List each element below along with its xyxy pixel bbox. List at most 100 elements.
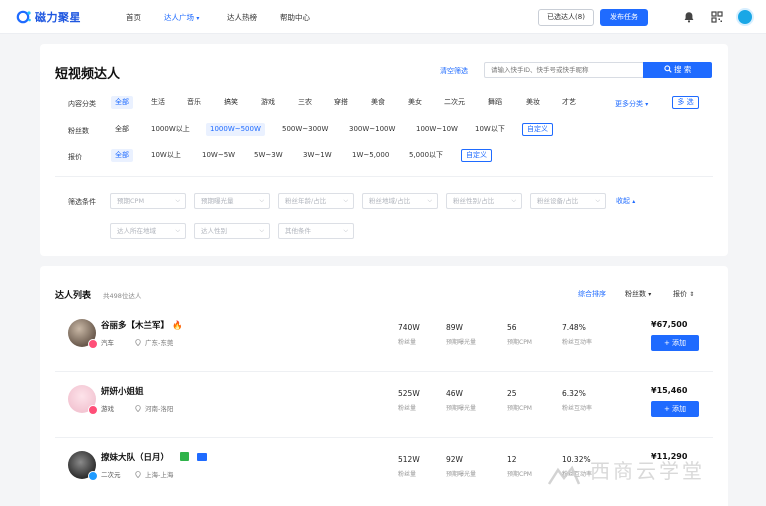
price-option[interactable]: 10W~5W [198,149,239,162]
category-option[interactable]: 才艺 [558,96,580,109]
category-option[interactable]: 音乐 [183,96,205,109]
nav-help-center[interactable]: 帮助中心 [280,12,310,23]
location-label: 广东-东莞 [145,339,174,347]
category-option[interactable]: 美女 [404,96,426,109]
search-button[interactable]: 搜 索 [643,62,712,78]
select-cpm[interactable]: 预期CPM ⌵ [110,193,186,209]
search-input[interactable] [484,62,644,78]
rate-label: 粉丝互动率 [562,339,593,346]
sort-fans[interactable]: 粉丝数 ▾ [625,289,651,299]
category-option[interactable]: 穿搭 [330,96,352,109]
talent-name-label: 撩妹大队（日月） [101,453,170,463]
category-option[interactable]: 美食 [367,96,389,109]
add-talent-button[interactable]: + 添加 [651,335,699,351]
chevron-down-icon: ⌵ [343,197,348,204]
logo[interactable]: 磁力聚星 [16,9,81,25]
fans-option[interactable]: 300W~100W [345,123,399,136]
clear-filter-link[interactable]: 清空筛选 [440,66,468,76]
fans-value: 525W [398,389,420,398]
category-tag: 汽车 [101,339,114,347]
more-categories-dropdown[interactable]: 更多分类 ▾ [615,99,648,109]
price-option[interactable]: 5,000以下 [405,149,447,162]
location: 河南-洛阳 [135,403,173,413]
location-pin-icon [135,339,141,347]
select-fans-device[interactable]: 粉丝设备/占比 ⌵ [530,193,606,209]
price-custom-button[interactable]: 自定义 [461,149,492,162]
chevron-down-icon: ▾ [196,15,200,22]
nav-hot-list[interactable]: 达人热榜 [227,12,257,23]
talent-name[interactable]: 妍妍小姐姐 [101,385,144,397]
nav-talent-square[interactable]: 达人广场 ▾ [164,12,199,23]
bell-icon[interactable] [683,11,695,23]
category-option[interactable]: 二次元 [440,96,469,109]
select-placeholder: 粉丝设备/占比 [537,197,579,205]
fans-custom-button[interactable]: 自定义 [522,123,553,136]
select-fans-age[interactable]: 粉丝年龄/占比 ⌵ [278,193,354,209]
select-exposure[interactable]: 预期曝光量 ⌵ [194,193,270,209]
price-option[interactable]: 5W~3W [250,149,287,162]
select-placeholder: 达人性别 [201,227,227,235]
select-talent-region[interactable]: 达人所在地域 ⌵ [110,223,186,239]
select-placeholder: 预期CPM [117,197,145,205]
talent-row[interactable]: 谷丽多【木兰军】 🔥 汽车 广东-东莞 740W 粉丝量 89W 预期曝光量 5… [55,310,713,372]
category-option[interactable]: 生活 [147,96,169,109]
user-avatar[interactable] [736,8,754,26]
talent-name[interactable]: 撩妹大队（日月） [101,451,207,463]
fans-option[interactable]: 1000W~500W [206,123,265,136]
selected-talents-button[interactable]: 已选达人(8) [538,9,594,26]
fans-option[interactable]: 10W以下 [471,123,509,136]
nav-talent-square-label: 达人广场 [164,13,194,22]
location-label: 上海-上海 [145,471,174,479]
fans-option[interactable]: 500W~300W [278,123,332,136]
rate-label: 粉丝互动率 [562,405,593,412]
exposure-value: 89W [446,323,463,332]
talent-name[interactable]: 谷丽多【木兰军】 🔥 [101,319,183,331]
category-label: 内容分类 [68,100,96,108]
category-option[interactable]: 美妆 [522,96,544,109]
nav-home[interactable]: 首页 [126,12,141,23]
price-option[interactable]: 1W~5,000 [348,149,393,162]
price-option[interactable]: 全部 [111,149,133,162]
publish-task-button[interactable]: 发布任务 [600,9,648,26]
talent-row[interactable]: 妍妍小姐姐 游戏 河南-洛阳 525W 粉丝量 46W 预期曝光量 25 预期C… [55,376,713,438]
fans-option[interactable]: 全部 [111,123,133,136]
select-fans-gender[interactable]: 粉丝性别/占比 ⌵ [446,193,522,209]
select-fans-region[interactable]: 粉丝地域/占比 ⌵ [362,193,438,209]
chevron-down-icon: ⌵ [175,227,180,234]
cpm-label: 预期CPM [507,471,532,478]
price-option[interactable]: 3W~1W [299,149,336,162]
watermark-logo-icon [547,465,581,485]
fans-label: 粉丝量 [398,339,417,346]
chevron-down-icon: ⌵ [511,197,516,204]
location: 上海-上海 [135,469,173,479]
sort-price[interactable]: 报价 ⇕ [673,289,694,299]
platform-badge-icon [88,339,98,349]
qr-code-icon[interactable] [711,11,723,23]
category-option[interactable]: 三农 [294,96,316,109]
category-option[interactable]: 舞蹈 [484,96,506,109]
location: 广东-东莞 [135,337,173,347]
fans-option[interactable]: 1000W以上 [147,123,194,136]
add-talent-button[interactable]: + 添加 [651,401,699,417]
top-navbar: 磁力聚星 首页 达人广场 ▾ 达人热榜 帮助中心 已选达人(8) 发布任务 [0,0,766,34]
talent-count: 共498位达人 [103,292,142,300]
sort-comprehensive[interactable]: 综合排序 [578,289,606,299]
category-option[interactable]: 游戏 [257,96,279,109]
select-placeholder: 粉丝年龄/占比 [285,197,327,205]
category-option[interactable]: 全部 [111,96,133,109]
fans-option[interactable]: 100W~10W [412,123,462,136]
multi-select-button[interactable]: 多 选 [672,96,699,109]
select-other[interactable]: 其他条件 ⌵ [278,223,354,239]
category-tag: 游戏 [101,405,114,413]
brand-name: 磁力聚星 [35,11,81,24]
rate-value: 6.32% [562,389,586,398]
location-pin-icon [135,471,141,479]
fans-label: 粉丝数 [68,127,89,135]
cpm-label: 预期CPM [507,405,532,412]
category-option[interactable]: 搞笑 [220,96,242,109]
select-talent-gender[interactable]: 达人性别 ⌵ [194,223,270,239]
price-option[interactable]: 10W以上 [147,149,185,162]
collapse-toggle[interactable]: 收起 ▴ [616,196,635,206]
chevron-down-icon: ⌵ [259,197,264,204]
exposure-value: 46W [446,389,463,398]
